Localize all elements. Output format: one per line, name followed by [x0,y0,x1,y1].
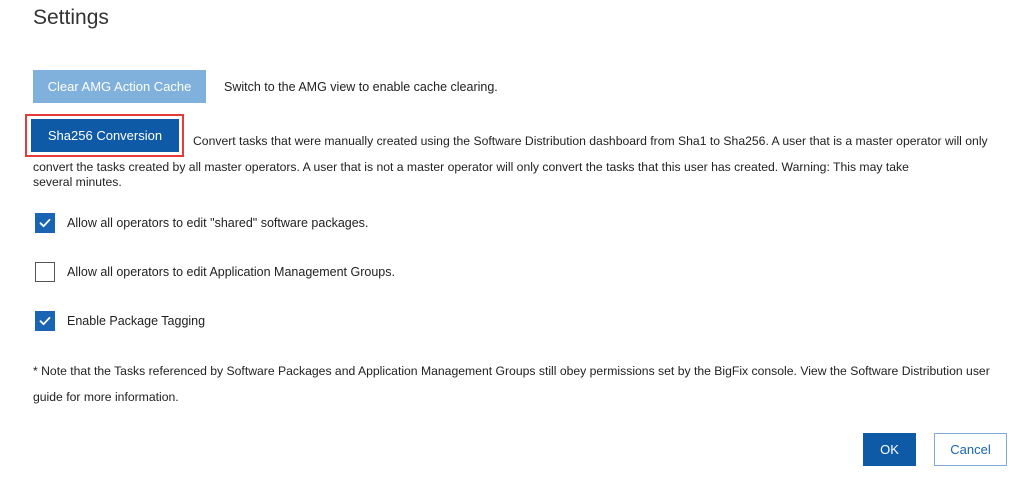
package-tagging-checkbox[interactable] [35,311,55,331]
sha256-description: Convert tasks that were manually created… [33,134,988,174]
option-package-tagging[interactable]: Enable Package Tagging [35,311,205,331]
sha256-description-tail: several minutes. [33,175,122,189]
amg-cache-note: Switch to the AMG view to enable cache c… [224,79,498,94]
application-management-groups-checkbox[interactable] [35,262,55,282]
permissions-footnote: * Note that the Tasks referenced by Soft… [33,364,990,404]
ok-button[interactable]: OK [863,433,916,466]
page-title: Settings [33,6,109,29]
checkmark-icon [39,316,51,326]
shared-packages-label: Allow all operators to edit "shared" sof… [67,216,369,230]
cancel-button[interactable]: Cancel [934,433,1007,466]
amg-row: Clear AMG Action Cache Switch to the AMG… [33,70,498,103]
clear-amg-action-cache-button[interactable]: Clear AMG Action Cache [33,70,206,103]
checkmark-icon [39,218,51,228]
option-shared-packages[interactable]: Allow all operators to edit "shared" sof… [35,213,368,233]
application-management-groups-label: Allow all operators to edit Application … [67,265,395,279]
package-tagging-label: Enable Package Tagging [67,314,206,328]
shared-packages-checkbox[interactable] [35,213,55,233]
option-application-management-groups[interactable]: Allow all operators to edit Application … [35,262,395,282]
